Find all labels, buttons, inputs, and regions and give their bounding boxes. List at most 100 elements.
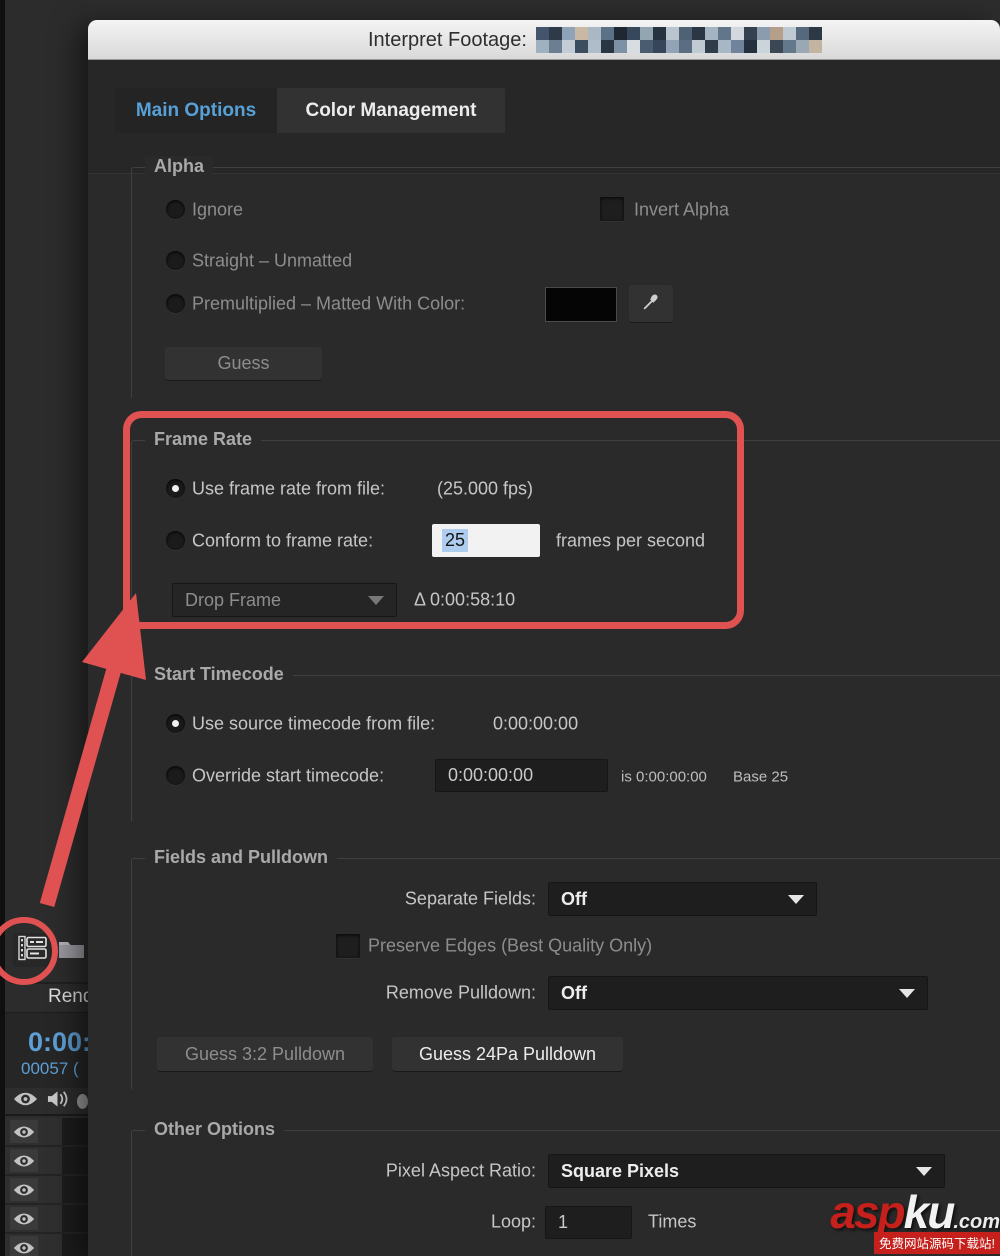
alpha-straight-radio[interactable] — [166, 251, 185, 270]
alpha-premultiplied-radio[interactable] — [166, 294, 185, 313]
eyedropper-button[interactable] — [629, 285, 673, 322]
matte-color-swatch[interactable] — [545, 287, 617, 322]
invert-alpha-checkbox[interactable] — [600, 197, 624, 221]
mosaic-block — [795, 40, 809, 53]
use-frame-rate-radio[interactable] — [166, 479, 185, 498]
mosaic-block — [561, 27, 575, 40]
mosaic-block — [678, 40, 692, 53]
timecode-note-base: Base 25 — [733, 768, 789, 786]
chevron-down-icon — [788, 894, 804, 904]
duration-delta-value: Δ 0:00:58:10 — [414, 589, 516, 610]
mosaic-block — [600, 40, 614, 53]
mosaic-block — [730, 40, 744, 53]
chevron-down-icon — [916, 1166, 932, 1176]
mosaic-block — [574, 40, 588, 53]
guess-24pa-pulldown-button[interactable]: Guess 24Pa Pulldown — [392, 1037, 623, 1071]
solo-icon[interactable] — [77, 1093, 88, 1109]
mosaic-block — [704, 40, 718, 53]
layer-row[interactable] — [5, 1234, 88, 1256]
override-timecode-label: Override start timecode: — [192, 765, 385, 786]
separate-fields-label: Separate Fields: — [404, 888, 536, 909]
start-timecode-group: Start Timecode — [131, 664, 1000, 821]
loop-label: Loop: — [490, 1211, 536, 1232]
new-folder-icon[interactable] — [58, 938, 85, 964]
mosaic-block — [639, 40, 653, 53]
pixel-aspect-ratio-dropdown[interactable]: Square Pixels — [548, 1154, 945, 1188]
mosaic-block — [535, 27, 549, 40]
mosaic-block — [548, 40, 562, 53]
mosaic-block — [730, 27, 744, 40]
interpret-footage-icon — [17, 935, 48, 966]
use-source-timecode-label: Use source timecode from file: — [192, 713, 436, 734]
conform-frame-rate-input[interactable]: 25 — [432, 524, 540, 557]
alpha-ignore-radio[interactable] — [166, 200, 185, 219]
mosaic-block — [743, 40, 757, 53]
mosaic-block — [626, 40, 640, 53]
eye-icon[interactable] — [10, 1120, 38, 1143]
separate-fields-dropdown[interactable]: Off — [548, 882, 817, 916]
layer-row[interactable] — [5, 1118, 88, 1147]
layer-cell — [62, 1176, 88, 1203]
mosaic-block — [769, 27, 783, 40]
override-timecode-input[interactable]: 0:00:00:00 — [435, 759, 608, 792]
eye-icon[interactable] — [10, 1236, 38, 1256]
use-frame-rate-label: Use frame rate from file: — [192, 478, 386, 499]
mosaic-block — [665, 27, 679, 40]
layer-cell — [62, 1234, 88, 1256]
remove-pulldown-dropdown[interactable]: Off — [548, 976, 928, 1010]
eye-icon[interactable] — [10, 1149, 38, 1172]
chevron-down-icon — [368, 595, 384, 605]
audio-icon[interactable] — [47, 1090, 68, 1113]
sidebar-divider — [10, 982, 93, 984]
dialog-titlebar[interactable]: Interpret Footage: — [88, 20, 1000, 60]
alpha-guess-button[interactable]: Guess — [165, 347, 322, 380]
preserve-edges-checkbox[interactable] — [336, 934, 360, 958]
mosaic-block — [665, 40, 679, 53]
guess-32-pulldown-button[interactable]: Guess 3:2 Pulldown — [157, 1037, 373, 1071]
mosaic-block — [756, 40, 770, 53]
layer-row[interactable] — [5, 1176, 88, 1205]
mosaic-block — [535, 40, 549, 53]
mosaic-block — [704, 27, 718, 40]
mosaic-block — [717, 40, 731, 53]
tab-color-management[interactable]: Color Management — [277, 88, 505, 133]
mosaic-block — [626, 27, 640, 40]
override-timecode-radio[interactable] — [166, 766, 185, 785]
layer-row[interactable] — [5, 1205, 88, 1234]
watermark-tagline: 免费网站源码下载站! — [874, 1232, 1000, 1254]
project-panel-strip: Rend 0:00: 00057 ( — [5, 0, 93, 1256]
layer-row[interactable] — [5, 1147, 88, 1176]
mosaic-block — [782, 27, 796, 40]
mosaic-block — [652, 27, 666, 40]
loop-input[interactable]: 1 — [545, 1206, 632, 1239]
mosaic-block — [769, 40, 783, 53]
layer-cell — [62, 1147, 88, 1174]
timecode-panel: 0:00: 00057 ( — [5, 1012, 91, 1089]
mosaic-block — [574, 27, 588, 40]
conform-frame-rate-label: Conform to frame rate: — [192, 530, 374, 551]
conform-frame-rate-radio[interactable] — [166, 531, 185, 550]
mosaic-block — [691, 40, 705, 53]
watermark: aspku.com 免费网站源码下载站! — [830, 1189, 1000, 1254]
mosaic-block — [795, 27, 809, 40]
interpret-footage-button[interactable] — [13, 933, 52, 967]
alpha-ignore-label: Ignore — [192, 199, 244, 220]
video-visibility-icon[interactable] — [13, 1091, 38, 1112]
start-timecode-group-label: Start Timecode — [145, 664, 293, 685]
preserve-edges-label: Preserve Edges (Best Quality Only) — [368, 935, 653, 956]
alpha-group-label: Alpha — [145, 156, 214, 177]
eye-icon[interactable] — [10, 1207, 38, 1230]
mosaic-block — [548, 27, 562, 40]
mosaic-block — [587, 27, 601, 40]
tab-main-options[interactable]: Main Options — [115, 88, 277, 133]
eye-icon[interactable] — [10, 1178, 38, 1201]
mosaic-block — [743, 27, 757, 40]
mosaic-block — [782, 40, 796, 53]
current-time-display[interactable]: 0:00: — [28, 1027, 91, 1058]
mosaic-block — [587, 40, 601, 53]
timecode-style-dropdown[interactable]: Drop Frame — [172, 583, 397, 617]
use-source-timecode-radio[interactable] — [166, 714, 185, 733]
dialog-title: Interpret Footage: — [368, 28, 527, 51]
loop-units-label: Times — [648, 1211, 697, 1232]
render-queue-label: Rend — [48, 986, 93, 1007]
